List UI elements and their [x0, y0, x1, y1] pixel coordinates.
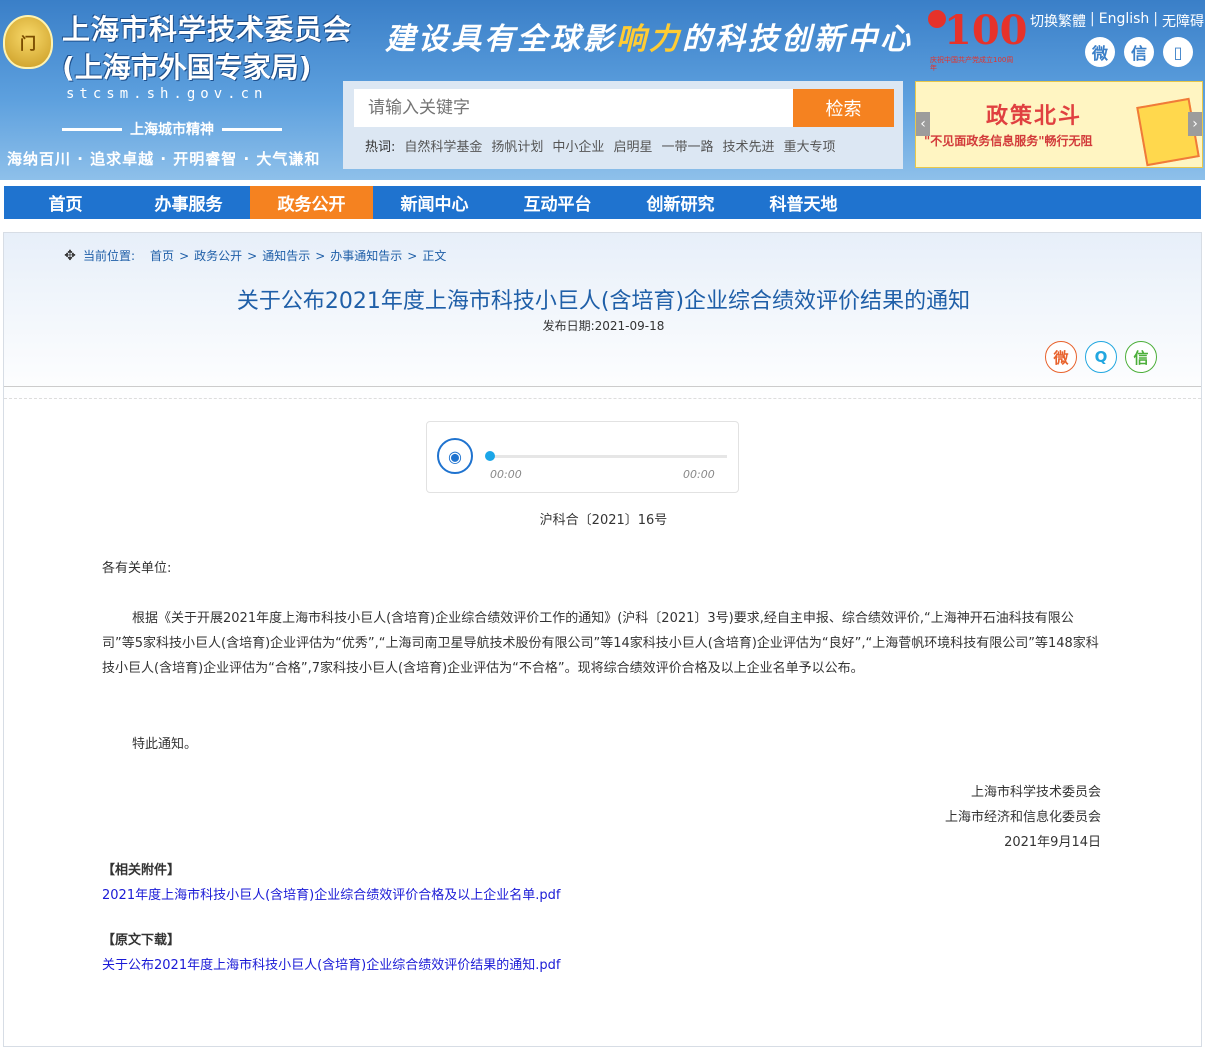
- slogan-accent: 响力: [616, 22, 682, 57]
- nav-item-science[interactable]: 科普天地: [742, 186, 865, 219]
- audio-progress-track[interactable]: [489, 455, 727, 458]
- site-url: stcsm.sh.gov.cn: [66, 86, 268, 102]
- signer-stcsm: 上海市科学技术委员会: [970, 785, 1101, 800]
- hot-word-link[interactable]: 自然科学基金: [404, 136, 482, 155]
- closing-text: 特此通知。: [132, 737, 198, 752]
- english-link[interactable]: English: [1099, 11, 1150, 31]
- hot-words: 热词: 自然科学基金 扬帆计划 中小企业 启明星 一带一路 技术先进 重大专项: [365, 136, 836, 155]
- banner-next-button[interactable]: ›: [1188, 112, 1202, 136]
- hot-word-link[interactable]: 一带一路: [661, 136, 713, 155]
- search-panel: 检索 热词: 自然科学基金 扬帆计划 中小企业 启明星 一带一路 技术先进 重大…: [343, 81, 903, 169]
- hot-word-link[interactable]: 扬帆计划: [491, 136, 543, 155]
- nav-item-gov-affairs[interactable]: 政务公开: [250, 186, 373, 219]
- hot-word-link[interactable]: 中小企业: [552, 136, 604, 155]
- nav-item-research[interactable]: 创新研究: [619, 186, 742, 219]
- nav-item-news[interactable]: 新闻中心: [373, 186, 496, 219]
- breadcrumb-separator: >: [315, 248, 326, 263]
- weibo-icon[interactable]: 微: [1085, 37, 1115, 67]
- search-button[interactable]: 检索: [793, 89, 894, 127]
- emblem-logo[interactable]: 门: [3, 15, 53, 69]
- site-subtitle: (上海市外国专家局): [62, 51, 312, 84]
- audio-player: ◉ 00:00 00:00: [426, 421, 739, 493]
- salutation: 各有关单位:: [102, 561, 172, 576]
- location-icon: ✥: [64, 247, 76, 264]
- page-title: 关于公布2021年度上海市科技小巨人(含培育)企业综合绩效评价结果的通知: [236, 289, 971, 314]
- original-download-heading: 【原文下载】: [102, 933, 181, 948]
- breadcrumb-gov-affairs[interactable]: 政务公开: [194, 247, 242, 264]
- accessibility-link[interactable]: 无障碍: [1162, 11, 1204, 31]
- breadcrumb-separator: >: [407, 248, 418, 263]
- breadcrumb: ✥ 当前位置: 首页 > 政务公开 > 通知告示 > 办事通知告示 > 正文: [62, 247, 446, 264]
- site-title[interactable]: 上海市科学技术委员会: [62, 8, 352, 48]
- publish-date: 发布日期:2021-09-18: [542, 319, 665, 333]
- audio-duration: 00:00: [683, 468, 715, 481]
- separator: |: [1153, 11, 1158, 27]
- header-social-links: 微 信 ▯: [1085, 37, 1193, 67]
- divider: [62, 127, 122, 131]
- mobile-icon[interactable]: ▯: [1163, 37, 1193, 67]
- divider: [4, 386, 1201, 387]
- nav-item-services[interactable]: 办事服务: [127, 186, 250, 219]
- divider: [4, 398, 1201, 399]
- hot-word-link[interactable]: 技术先进: [722, 136, 774, 155]
- separator: |: [1090, 11, 1095, 27]
- party-100-anniversary-badge: 100 庆祝中国共产党成立100周年: [928, 6, 1028, 72]
- audio-play-icon[interactable]: ◉: [437, 438, 473, 474]
- search-input[interactable]: [354, 89, 794, 127]
- qq-share-icon[interactable]: Q: [1085, 341, 1117, 373]
- signer-economy-commission: 上海市经济和信息化委员会: [944, 810, 1101, 825]
- attachment-heading: 【相关附件】: [102, 863, 181, 878]
- slogan-part: 建设具有全球影: [385, 22, 616, 57]
- body-paragraph: 根据《关于开展2021年度上海市科技小巨人(含培育)企业综合绩效评价工作的通知》…: [102, 611, 1099, 676]
- city-spirit-heading: 上海城市精神: [62, 119, 282, 139]
- site-header: 门 上海市科学技术委员会 (上海市外国专家局) stcsm.sh.gov.cn …: [0, 0, 1205, 180]
- audio-current-time: 00:00: [490, 468, 522, 481]
- banner-title: 政策北斗: [986, 104, 1083, 129]
- slogan-part: 的科技创新中心: [682, 22, 913, 57]
- slogan: 建设具有全球影响力的科技创新中心: [385, 14, 913, 58]
- wechat-icon[interactable]: 信: [1124, 37, 1154, 67]
- breadcrumb-home[interactable]: 首页: [150, 247, 174, 264]
- anniversary-caption: 庆祝中国共产党成立100周年: [930, 56, 1014, 72]
- breadcrumb-service-notices[interactable]: 办事通知告示: [330, 247, 402, 264]
- main-nav: 首页 办事服务 政务公开 新闻中心 互动平台 创新研究 科普天地: [4, 186, 1201, 219]
- breadcrumb-separator: >: [247, 248, 258, 263]
- switch-traditional-link[interactable]: 切换繁體: [1030, 11, 1086, 31]
- hot-words-label: 热词:: [365, 140, 396, 155]
- attachment-link[interactable]: 2021年度上海市科技小巨人(含培育)企业综合绩效评价合格及以上企业名单.pdf: [102, 884, 560, 903]
- hot-word-link[interactable]: 重大专项: [783, 136, 835, 155]
- language-switcher: 切换繁體 | English | 无障碍: [1030, 11, 1204, 31]
- original-download-link[interactable]: 关于公布2021年度上海市科技小巨人(含培育)企业综合绩效评价结果的通知.pdf: [102, 954, 560, 973]
- divider: [222, 127, 282, 131]
- city-spirit-label: 上海城市精神: [130, 122, 214, 138]
- city-motto: 海纳百川 · 追求卓越 · 开明睿智 · 大气谦和: [7, 150, 321, 168]
- party-flag-icon: [928, 10, 946, 28]
- document-number: 沪科合〔2021〕16号: [539, 513, 668, 528]
- sign-date: 2021年9月14日: [1004, 835, 1101, 850]
- wechat-share-icon[interactable]: 信: [1125, 341, 1157, 373]
- breadcrumb-label: 当前位置:: [83, 249, 136, 263]
- nav-item-home[interactable]: 首页: [4, 186, 127, 219]
- nav-item-interaction[interactable]: 互动平台: [496, 186, 619, 219]
- share-buttons: 微 Q 信: [1045, 341, 1157, 373]
- breadcrumb-notices[interactable]: 通知告示: [262, 247, 310, 264]
- breadcrumb-current: 正文: [422, 249, 447, 263]
- article-container: ✥ 当前位置: 首页 > 政务公开 > 通知告示 > 办事通知告示 > 正文 关于公布2…: [3, 232, 1202, 1047]
- hot-word-link[interactable]: 启明星: [613, 136, 652, 155]
- audio-progress-knob[interactable]: [485, 451, 495, 461]
- weibo-share-icon[interactable]: 微: [1045, 341, 1077, 373]
- banner-text: "不见面政务信息服务"畅行无阻: [924, 134, 1093, 148]
- breadcrumb-separator: >: [179, 248, 190, 263]
- policy-banner[interactable]: ‹ 政策北斗 "不见面政务信息服务"畅行无阻 ›: [915, 81, 1203, 168]
